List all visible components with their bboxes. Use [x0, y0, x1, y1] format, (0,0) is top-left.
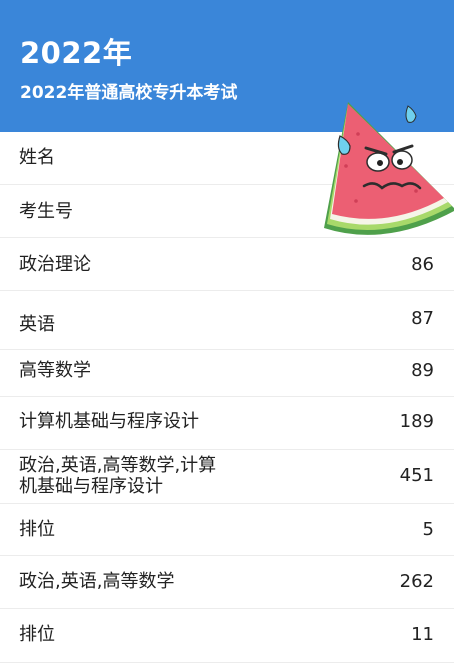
exam-subtitle: 2022年普通高校专升本考试	[20, 83, 238, 103]
row-computer-basics: 计算机基础与程序设计 189	[0, 397, 454, 450]
row-label-line: 政治,英语,高等数学,计算	[19, 455, 217, 476]
row-value: 5	[422, 519, 434, 540]
row-label: 政治理论	[19, 254, 91, 275]
row-rank-three-subjects: 排位 11	[0, 609, 454, 663]
row-label: 考生号	[19, 201, 73, 222]
row-value: 189	[399, 411, 434, 432]
row-label: 政治,英语,高等数学,计算 机基础与程序设计	[19, 455, 216, 497]
row-value: 451	[399, 465, 434, 486]
row-label: 计算机基础与程序设计	[19, 411, 199, 432]
row-label: 高等数学	[19, 360, 91, 381]
row-value: 89	[411, 360, 434, 381]
row-value: 86	[411, 254, 434, 275]
page-title: 2022年	[20, 36, 133, 70]
row-advanced-math: 高等数学 89	[0, 350, 454, 397]
row-value: 11	[411, 624, 434, 645]
row-three-subjects-total: 政治,英语,高等数学 262	[0, 556, 454, 609]
row-label-line: 机基础与程序设计	[19, 476, 163, 497]
watermelon-sticker-icon	[316, 96, 454, 246]
row-label: 姓名	[19, 147, 55, 168]
row-label: 英语	[19, 314, 55, 335]
row-value: 87	[411, 308, 434, 329]
row-rank-total: 排位 5	[0, 504, 454, 556]
row-label: 排位	[19, 624, 55, 645]
row-value: 262	[399, 571, 434, 592]
row-total-four-subjects: 政治,英语,高等数学,计算 机基础与程序设计 451	[0, 450, 454, 504]
row-label: 政治,英语,高等数学	[19, 571, 175, 592]
row-label: 排位	[19, 519, 55, 540]
row-english: 英语 87	[0, 291, 454, 350]
